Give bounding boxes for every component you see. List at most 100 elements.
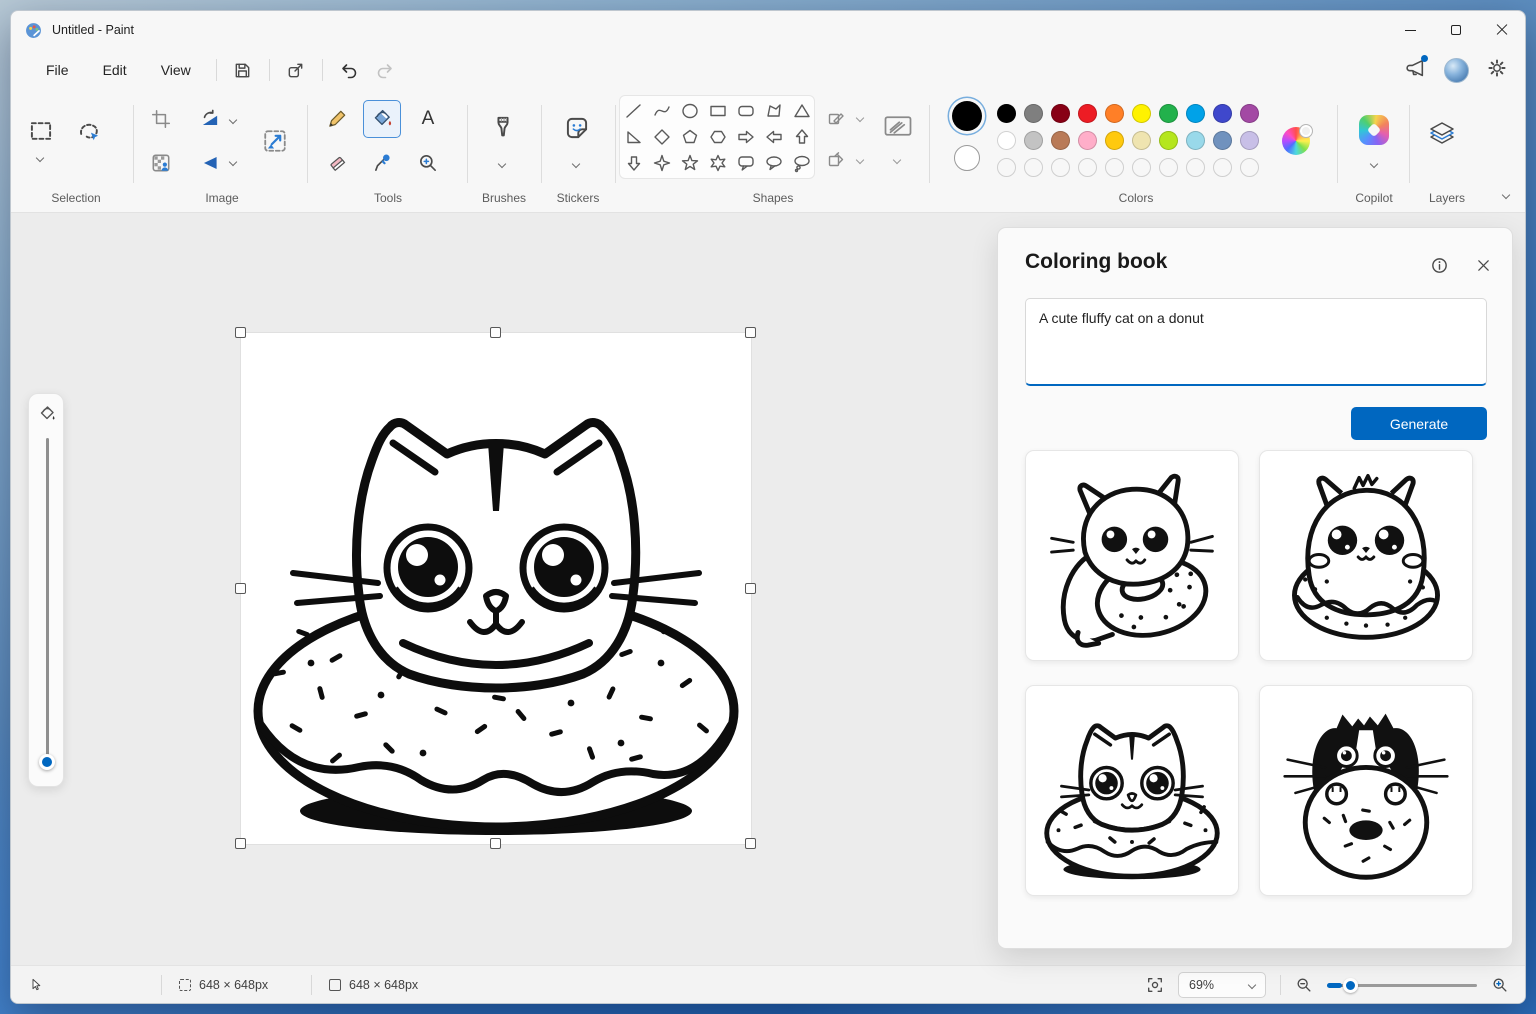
layers-button[interactable] xyxy=(1424,115,1460,151)
selection-handle-se[interactable] xyxy=(745,838,756,849)
color-swatch[interactable] xyxy=(1213,131,1232,150)
result-thumbnail-4[interactable] xyxy=(1259,685,1473,896)
generate-button[interactable]: Generate xyxy=(1351,407,1487,440)
shape-star-five[interactable] xyxy=(676,150,704,176)
zoom-slider-thumb[interactable] xyxy=(1343,977,1358,993)
menu-view[interactable]: View xyxy=(144,55,208,85)
color-swatch[interactable] xyxy=(997,104,1016,123)
result-thumbnail-1[interactable] xyxy=(1025,450,1239,661)
selection-handle-ne[interactable] xyxy=(745,327,756,338)
color-swatch[interactable] xyxy=(1132,131,1151,150)
shape-rectangle[interactable] xyxy=(704,98,732,124)
fill-tool-button-selected[interactable] xyxy=(363,100,401,138)
fit-to-screen-button[interactable] xyxy=(1146,976,1164,994)
menu-file[interactable]: File xyxy=(29,55,86,85)
brushes-button[interactable] xyxy=(483,107,523,147)
shape-star-six[interactable] xyxy=(704,150,732,176)
remove-background-button[interactable] xyxy=(145,147,177,179)
shape-right-triangle[interactable] xyxy=(620,124,648,150)
shape-arrow-up[interactable] xyxy=(788,124,814,150)
shape-star-four[interactable] xyxy=(648,150,676,176)
redo-button[interactable] xyxy=(367,54,403,86)
info-button[interactable] xyxy=(1428,254,1450,276)
shape-cloud[interactable] xyxy=(620,176,648,178)
color-swatch[interactable] xyxy=(1051,104,1070,123)
shape-speech-rounded[interactable] xyxy=(732,150,760,176)
collapse-ribbon-chevron[interactable] xyxy=(1501,190,1511,200)
selection-handle-s[interactable] xyxy=(490,838,501,849)
maximize-button[interactable] xyxy=(1433,11,1479,49)
color-swatch[interactable] xyxy=(1240,131,1259,150)
shape-curve[interactable] xyxy=(648,98,676,124)
color-swatch[interactable] xyxy=(997,131,1016,150)
rotate-dropdown-chevron[interactable] xyxy=(228,115,238,125)
secondary-color-swatch[interactable] xyxy=(954,145,980,171)
flip-dropdown-chevron[interactable] xyxy=(228,157,238,167)
color-swatch[interactable] xyxy=(1024,131,1043,150)
copilot-button[interactable] xyxy=(1359,115,1389,145)
tolerance-slider-track[interactable] xyxy=(45,438,49,756)
shape-line[interactable] xyxy=(620,98,648,124)
selection-handle-sw[interactable] xyxy=(235,838,246,849)
tolerance-slider-thumb[interactable] xyxy=(39,754,55,770)
color-swatch[interactable] xyxy=(1132,104,1151,123)
account-avatar[interactable] xyxy=(1444,57,1469,83)
settings-button[interactable] xyxy=(1487,58,1507,83)
color-swatch[interactable] xyxy=(1159,104,1178,123)
shape-arrow-left[interactable] xyxy=(760,124,788,150)
empty-color-slot[interactable] xyxy=(1051,158,1070,177)
rectangle-select-button[interactable] xyxy=(23,113,59,149)
shape-diamond[interactable] xyxy=(648,124,676,150)
close-button[interactable] xyxy=(1479,11,1525,49)
result-thumbnail-2[interactable] xyxy=(1259,450,1473,661)
flip-button[interactable] xyxy=(194,147,226,179)
color-swatch[interactable] xyxy=(1078,104,1097,123)
color-swatch[interactable] xyxy=(1213,104,1232,123)
empty-color-slot[interactable] xyxy=(1105,158,1124,177)
color-swatch[interactable] xyxy=(1159,131,1178,150)
color-swatch[interactable] xyxy=(1186,131,1205,150)
shape-arrow-right[interactable] xyxy=(732,124,760,150)
shape-rounded-rectangle[interactable] xyxy=(732,98,760,124)
selection-handle-w[interactable] xyxy=(235,583,246,594)
shape-style-button[interactable] xyxy=(879,111,917,141)
shape-polygon[interactable] xyxy=(760,98,788,124)
feedback-button[interactable] xyxy=(1405,55,1428,83)
shape-hexagon[interactable] xyxy=(704,124,732,150)
shape-thought-bubble[interactable] xyxy=(788,150,814,176)
empty-color-slot[interactable] xyxy=(1240,158,1259,177)
zoom-level-dropdown[interactable]: 69% xyxy=(1178,972,1266,998)
copilot-dropdown-chevron[interactable] xyxy=(1369,159,1379,169)
color-swatch[interactable] xyxy=(1051,131,1070,150)
color-swatch[interactable] xyxy=(1078,131,1097,150)
crop-button[interactable] xyxy=(145,103,177,135)
shape-arrow-down[interactable] xyxy=(620,150,648,176)
shape-pentagon[interactable] xyxy=(676,124,704,150)
empty-color-slot[interactable] xyxy=(997,158,1016,177)
freeform-select-button[interactable] xyxy=(72,115,106,149)
empty-color-slot[interactable] xyxy=(1186,158,1205,177)
outline-dropdown-chevron[interactable] xyxy=(855,113,865,123)
style-dropdown-chevron[interactable] xyxy=(892,155,902,165)
undo-button[interactable] xyxy=(331,54,367,86)
selection-handle-nw[interactable] xyxy=(235,327,246,338)
pencil-tool-button[interactable] xyxy=(322,104,352,134)
eraser-tool-button[interactable] xyxy=(322,148,352,178)
magnifier-tool-button[interactable] xyxy=(413,148,443,178)
selection-dropdown-chevron[interactable] xyxy=(35,153,45,163)
color-swatch[interactable] xyxy=(1024,104,1043,123)
empty-color-slot[interactable] xyxy=(1213,158,1232,177)
minimize-button[interactable] xyxy=(1387,11,1433,49)
result-thumbnail-3[interactable] xyxy=(1025,685,1239,896)
empty-color-slot[interactable] xyxy=(1159,158,1178,177)
shape-triangle[interactable] xyxy=(788,98,814,124)
prompt-input[interactable]: A cute fluffy cat on a donut xyxy=(1025,298,1487,386)
color-picker-button[interactable] xyxy=(368,148,398,178)
stickers-button[interactable] xyxy=(557,109,597,147)
primary-color-swatch[interactable] xyxy=(952,101,982,131)
selection-handle-n[interactable] xyxy=(490,327,501,338)
brushes-dropdown-chevron[interactable] xyxy=(497,159,507,169)
share-button[interactable] xyxy=(278,54,314,86)
shape-fill-button[interactable] xyxy=(823,147,849,173)
menu-edit[interactable]: Edit xyxy=(86,55,144,85)
